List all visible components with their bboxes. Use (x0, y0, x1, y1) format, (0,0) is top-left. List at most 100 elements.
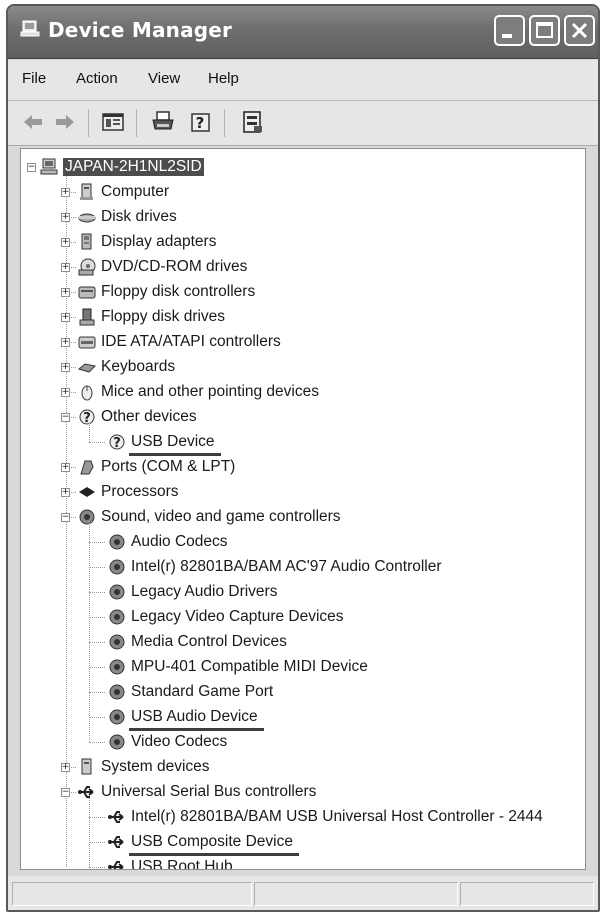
tree-connector (89, 567, 105, 568)
plus-icon: + (61, 362, 70, 372)
tree-device-row[interactable] (21, 730, 581, 754)
keyboard-icon (77, 363, 97, 373)
tree-category-expander[interactable]: + (61, 213, 70, 222)
plus-icon: + (61, 262, 70, 272)
tree-category-label: Ports (COM & LPT) (101, 458, 236, 475)
plus-icon: + (61, 312, 70, 322)
sound-icon (109, 709, 125, 725)
processor-icon (79, 487, 95, 497)
tree-device-label: Media Control Devices (131, 633, 287, 650)
tree-category-label: Mice and other pointing devices (101, 383, 319, 400)
tree-category-expander[interactable]: + (61, 238, 70, 247)
usb-icon (108, 836, 124, 848)
tree-category-label: IDE ATA/ATAPI controllers (101, 333, 281, 350)
tree-category-expander[interactable]: + (61, 488, 70, 497)
tree-connector (89, 667, 105, 668)
tree-device-row[interactable] (21, 430, 581, 454)
tree-device-row[interactable] (21, 630, 581, 654)
tree-device-row[interactable] (21, 830, 581, 854)
minus-icon: − (61, 787, 70, 797)
system-device-icon (81, 758, 92, 775)
tree-device-row[interactable] (21, 580, 581, 604)
maximize-button[interactable] (529, 15, 560, 46)
print-icon[interactable] (150, 109, 176, 135)
usb-icon (108, 861, 124, 869)
tree-device-row[interactable] (21, 705, 581, 729)
tree-category-label: Floppy disk drives (101, 308, 226, 325)
plus-icon: + (61, 337, 70, 347)
sound-icon (109, 559, 125, 575)
port-icon (80, 460, 94, 475)
menu-file[interactable]: File (22, 70, 46, 87)
plus-icon: + (61, 287, 70, 297)
tree-category-expander[interactable]: − (61, 788, 70, 797)
status-pane (12, 882, 252, 906)
tree-category-expander[interactable]: − (61, 413, 70, 422)
tree-device-row[interactable] (21, 530, 581, 554)
tree-category-expander[interactable]: + (61, 463, 70, 472)
toolbar-separator (224, 109, 226, 137)
tree-category-expander[interactable]: − (61, 513, 70, 522)
sound-icon (109, 534, 125, 550)
tree-root-label: JAPAN-2H1NL2SID (63, 158, 204, 176)
back-arrow-icon[interactable] (20, 109, 46, 135)
menu-help[interactable]: Help (208, 70, 239, 87)
tree-category-label: Universal Serial Bus controllers (101, 783, 317, 800)
plus-icon: + (61, 762, 70, 772)
maximize-icon (536, 22, 553, 38)
tree-category-expander[interactable]: + (61, 363, 70, 372)
tree-device-label: Video Codecs (131, 733, 228, 750)
close-icon (571, 22, 588, 39)
forward-arrow-icon[interactable] (52, 109, 78, 135)
tree-device-label: Intel(r) 82801BA/BAM USB Universal Host … (131, 808, 543, 825)
tree-category-expander[interactable]: + (61, 288, 70, 297)
title-bar[interactable]: Device Manager (8, 6, 598, 59)
plus-icon: + (61, 462, 70, 472)
mouse-icon (81, 385, 93, 401)
sound-icon (109, 659, 125, 675)
tree-category-expander[interactable]: + (61, 313, 70, 322)
computer-icon (80, 183, 93, 200)
tree-root-expander[interactable]: − (27, 163, 36, 172)
status-bar (8, 876, 598, 910)
dvd-drive-icon (78, 258, 96, 276)
tree-category-label: System devices (101, 758, 210, 775)
minus-icon: − (61, 512, 70, 522)
help-icon[interactable]: ? (188, 109, 214, 135)
properties-icon[interactable] (240, 109, 266, 135)
tree-category-expander[interactable]: + (61, 763, 70, 772)
tree-device-row[interactable] (21, 680, 581, 704)
tree-connector (89, 442, 105, 443)
tree-category-label: Display adapters (101, 233, 217, 250)
usb-icon (78, 786, 94, 798)
plus-icon: + (61, 212, 70, 222)
menu-view[interactable]: View (148, 70, 180, 87)
tree-connector (89, 842, 105, 843)
tree-connector (89, 717, 105, 718)
display-adapter-icon (81, 233, 92, 250)
unknown-device-icon: ? (109, 434, 125, 451)
minimize-icon (502, 34, 512, 38)
tree-category-expander[interactable]: + (61, 188, 70, 197)
plus-icon: + (61, 487, 70, 497)
tree-device-label: USB Audio Device (131, 708, 258, 725)
tree-category-expander[interactable]: + (61, 263, 70, 272)
tree-device-row[interactable] (21, 855, 581, 869)
minimize-button[interactable] (494, 15, 525, 46)
menu-action[interactable]: Action (76, 70, 118, 87)
tree-connector (89, 542, 105, 543)
tree-category-label: Floppy disk controllers (101, 283, 256, 300)
tree-connector (89, 817, 105, 818)
tree-device-label: USB Root Hub (131, 858, 233, 870)
status-pane (254, 882, 458, 906)
close-button[interactable] (564, 15, 595, 46)
tree-category-label: Disk drives (101, 208, 177, 225)
tree-connector (89, 592, 105, 593)
sound-icon (109, 609, 125, 625)
show-hide-console-tree-icon[interactable] (100, 109, 126, 135)
unknown-device-icon: ? (79, 409, 95, 426)
tree-category-expander[interactable]: + (61, 338, 70, 347)
sound-icon (109, 584, 125, 600)
svg-text:?: ? (196, 114, 205, 132)
tree-category-expander[interactable]: + (61, 388, 70, 397)
